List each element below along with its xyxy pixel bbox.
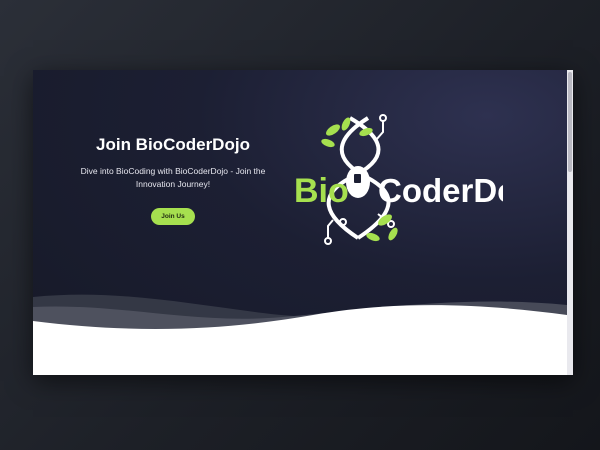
wave-divider [33, 294, 567, 375]
hero-subtitle: Dive into BioCoding with BioCoderDojo - … [80, 166, 266, 189]
scrollbar-thumb[interactable] [568, 72, 572, 172]
leaf-icon [321, 138, 335, 148]
vertical-scrollbar[interactable] [567, 70, 573, 375]
circuit-node-icon [324, 237, 332, 245]
circuit-node-icon [339, 218, 347, 226]
logo-word-coderdojo: CoderDojo [378, 172, 503, 209]
hero-title: Join BioCoderDojo [96, 135, 250, 154]
circuit-line-icon [327, 219, 334, 238]
hero-text-block: Join BioCoderDojo Dive into BioCoding wi… [53, 135, 293, 225]
logo-word-bio: Bio [294, 172, 349, 210]
browser-window: Join BioCoderDojo Dive into BioCoding wi… [33, 70, 573, 375]
circuit-line-icon [375, 120, 384, 141]
biocoderdojo-logo: Bio CoderDojo [294, 114, 503, 245]
hero-section: Join BioCoderDojo Dive into BioCoding wi… [33, 70, 567, 375]
circuit-node-icon [379, 114, 387, 122]
chip-icon [354, 174, 361, 183]
leaf-icon [388, 227, 398, 241]
join-us-button[interactable]: Join Us [151, 208, 195, 225]
leaf-icon [326, 124, 340, 136]
